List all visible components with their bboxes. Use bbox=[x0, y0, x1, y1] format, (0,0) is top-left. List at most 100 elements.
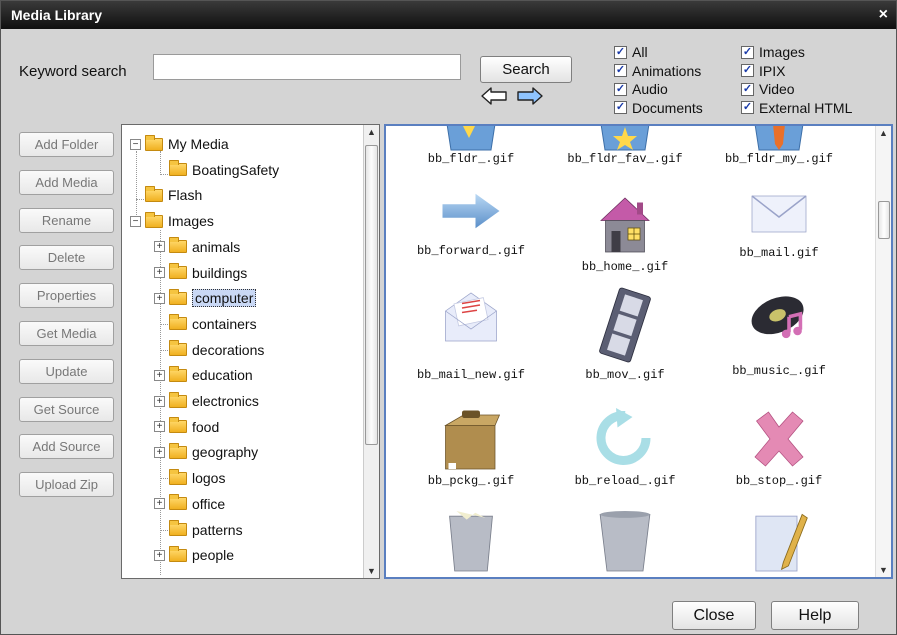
tree-node-animals[interactable]: + animals bbox=[154, 236, 240, 258]
filter-checkbox-external-html[interactable]: ✓ External HTML bbox=[741, 99, 852, 118]
grid-scroll-up-icon[interactable]: ▲ bbox=[879, 128, 888, 138]
collapse-icon[interactable]: − bbox=[130, 215, 141, 227]
tree-scrollbar[interactable]: ▲ ▼ bbox=[363, 125, 379, 578]
media-tile-caption: bb_pckg_.gif bbox=[427, 474, 515, 488]
tree-node-label: containers bbox=[192, 315, 257, 332]
filter-checkbox-audio[interactable]: ✓ Audio bbox=[614, 80, 703, 99]
grid-scroll-thumb[interactable] bbox=[878, 201, 890, 239]
update-button[interactable]: Update bbox=[19, 358, 114, 384]
filter-checkbox-all[interactable]: ✓ All bbox=[614, 43, 703, 62]
checkbox-label: Video bbox=[759, 81, 795, 98]
tree-node-label: geography bbox=[192, 444, 259, 461]
mail-icon[interactable] bbox=[749, 188, 809, 240]
expand-icon[interactable]: + bbox=[154, 369, 165, 381]
filter-checkbox-images[interactable]: ✓ Images bbox=[741, 43, 852, 62]
reload-icon[interactable] bbox=[595, 402, 655, 474]
music-record-icon[interactable] bbox=[749, 284, 809, 348]
checkbox-check-icon[interactable]: ✓ bbox=[741, 45, 754, 59]
expand-icon[interactable]: + bbox=[154, 267, 165, 278]
rename-button[interactable]: Rename bbox=[19, 207, 114, 233]
media-tile-caption: bb_reload_.gif bbox=[574, 474, 676, 488]
filter-checkbox-animations[interactable]: ✓ Animations bbox=[614, 62, 703, 81]
media-tile-caption: bb_mov_.gif bbox=[585, 368, 665, 382]
tree-node-label: office bbox=[192, 495, 226, 512]
package-icon[interactable] bbox=[441, 402, 501, 482]
expand-icon[interactable]: + bbox=[154, 498, 165, 510]
expand-icon[interactable]: + bbox=[154, 292, 165, 304]
grid-scroll-down-icon[interactable]: ▼ bbox=[879, 565, 888, 575]
filter-checkbox-video[interactable]: ✓ Video bbox=[741, 80, 852, 99]
folder-icon[interactable] bbox=[441, 126, 501, 152]
folder-icon bbox=[169, 263, 187, 279]
media-tile-caption: bb_mail.gif bbox=[739, 246, 819, 260]
favorite-folder-icon[interactable] bbox=[595, 126, 655, 152]
checkbox-check-icon[interactable]: ✓ bbox=[741, 64, 754, 78]
new-mail-icon[interactable] bbox=[441, 284, 501, 350]
tree-node-my-media[interactable]: − My Media bbox=[130, 133, 229, 155]
tree-node-boatingsafety[interactable]: BoatingSafety bbox=[154, 159, 279, 181]
title-bar[interactable]: Media Library × bbox=[1, 1, 896, 29]
my-folder-icon[interactable] bbox=[749, 126, 809, 152]
checkbox-check-icon[interactable]: ✓ bbox=[614, 45, 627, 59]
delete-button[interactable]: Delete bbox=[19, 245, 114, 271]
add-folder-button[interactable]: Add Folder bbox=[19, 132, 114, 157]
expand-icon[interactable]: + bbox=[154, 446, 165, 458]
media-tile-caption: bb_forward_.gif bbox=[416, 244, 526, 258]
expand-icon[interactable]: + bbox=[154, 421, 165, 433]
search-button[interactable]: Search bbox=[480, 56, 572, 83]
folder-icon bbox=[169, 442, 187, 459]
close-window-icon[interactable]: × bbox=[879, 6, 888, 24]
tree-node-office[interactable]: + office bbox=[154, 493, 225, 515]
tree-node-geography[interactable]: + geography bbox=[154, 441, 258, 463]
tree-node-label: electronics bbox=[192, 393, 259, 409]
tree-node-buildings[interactable]: + buildings bbox=[154, 262, 247, 284]
scroll-up-icon[interactable]: ▲ bbox=[367, 127, 376, 137]
add-media-button[interactable]: Add Media bbox=[19, 169, 114, 195]
help-button[interactable]: Help bbox=[771, 601, 859, 630]
checkbox-check-icon[interactable]: ✓ bbox=[741, 101, 754, 115]
full-trash-icon[interactable] bbox=[441, 508, 501, 574]
checkbox-check-icon[interactable]: ✓ bbox=[741, 82, 754, 96]
collapse-icon[interactable]: − bbox=[130, 138, 141, 150]
edit-document-icon[interactable] bbox=[749, 508, 809, 574]
tree-node-images[interactable]: − Images bbox=[130, 210, 214, 232]
arrow-right-icon[interactable] bbox=[517, 87, 543, 105]
filter-checkbox-ipix[interactable]: ✓ IPIX bbox=[741, 62, 852, 81]
upload-zip-button[interactable]: Upload Zip bbox=[19, 472, 114, 498]
tree-scroll-thumb[interactable] bbox=[365, 145, 378, 445]
tree-node-food[interactable]: + food bbox=[154, 416, 219, 438]
forward-arrow-icon[interactable] bbox=[441, 188, 501, 234]
empty-trash-icon[interactable] bbox=[595, 508, 655, 574]
folder-icon bbox=[169, 520, 187, 536]
tree-node-electronics[interactable]: + electronics bbox=[154, 390, 259, 412]
arrow-left-icon[interactable] bbox=[481, 87, 507, 105]
keyword-search-label: Keyword search bbox=[19, 63, 127, 80]
tree-node-flash[interactable]: Flash bbox=[130, 184, 202, 206]
tree-node-decorations[interactable]: decorations bbox=[154, 339, 264, 361]
scroll-down-icon[interactable]: ▼ bbox=[367, 566, 376, 576]
checkbox-check-icon[interactable]: ✓ bbox=[614, 64, 627, 78]
get-media-button[interactable]: Get Media bbox=[19, 321, 114, 346]
checkbox-check-icon[interactable]: ✓ bbox=[614, 101, 627, 115]
get-source-button[interactable]: Get Source bbox=[19, 396, 114, 422]
tree-node-people[interactable]: + people bbox=[154, 544, 234, 566]
stop-icon[interactable] bbox=[749, 402, 809, 476]
tree-node-computer[interactable]: + computer bbox=[154, 287, 257, 309]
tree-node-containers[interactable]: containers bbox=[154, 313, 257, 335]
add-source-button[interactable]: Add Source bbox=[19, 434, 114, 460]
checkbox-check-icon[interactable]: ✓ bbox=[614, 82, 627, 96]
tree-node-education[interactable]: + education bbox=[154, 364, 253, 386]
expand-icon[interactable]: + bbox=[154, 395, 165, 407]
tree-node-logos[interactable]: logos bbox=[154, 467, 225, 489]
film-icon[interactable] bbox=[595, 284, 655, 366]
expand-icon[interactable]: + bbox=[154, 241, 165, 253]
filter-checkbox-documents[interactable]: ✓ Documents bbox=[614, 99, 703, 118]
home-icon[interactable] bbox=[595, 188, 655, 262]
keyword-search-input[interactable] bbox=[153, 54, 461, 80]
grid-scrollbar[interactable]: ▲ ▼ bbox=[875, 126, 891, 577]
close-button[interactable]: Close bbox=[672, 601, 756, 630]
tree-node-patterns[interactable]: patterns bbox=[154, 519, 243, 541]
tree-node-label: patterns bbox=[192, 521, 243, 538]
properties-button[interactable]: Properties bbox=[19, 283, 114, 309]
expand-icon[interactable]: + bbox=[154, 549, 165, 561]
